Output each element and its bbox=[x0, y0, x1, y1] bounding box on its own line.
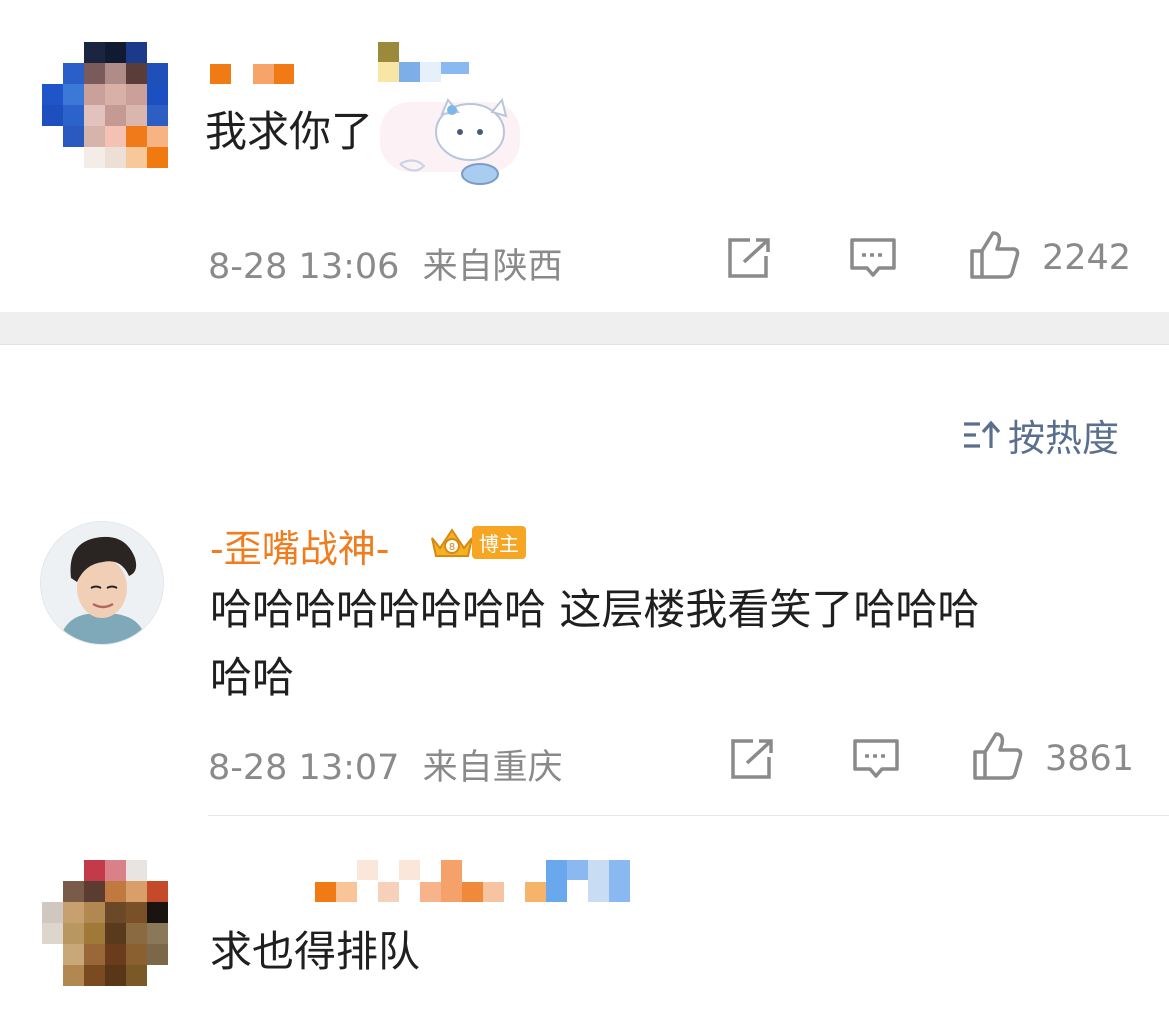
like-count: 3861 bbox=[1045, 739, 1135, 779]
cat-sticker-icon bbox=[380, 97, 520, 185]
thumbs-up-icon[interactable] bbox=[972, 731, 1024, 781]
comment-text-line2: 哈哈 bbox=[210, 653, 295, 702]
sort-by-hot-button[interactable]: 按热度 bbox=[962, 408, 1119, 462]
comment-icon[interactable] bbox=[849, 237, 897, 279]
like-count: 2242 bbox=[1042, 238, 1132, 278]
comment-time: 8-28 13:07 bbox=[208, 748, 400, 788]
avatar[interactable] bbox=[42, 42, 168, 168]
username[interactable]: -歪嘴战神- bbox=[210, 518, 389, 573]
comment-time: 8-28 13:06 bbox=[208, 247, 400, 287]
comment-location: 来自陕西 bbox=[422, 247, 563, 287]
avatar[interactable] bbox=[40, 521, 164, 645]
badge-label: 博主 bbox=[472, 525, 526, 559]
comment-text: 我求你了 bbox=[205, 107, 374, 156]
avatar-photo bbox=[41, 522, 163, 644]
sort-label: 按热度 bbox=[1008, 417, 1119, 460]
section-divider bbox=[0, 312, 1169, 345]
share-icon[interactable] bbox=[729, 738, 775, 780]
crown-icon: 8 bbox=[431, 528, 473, 557]
comment-meta-cutoff bbox=[208, 1012, 1108, 1027]
comment-icon[interactable] bbox=[852, 738, 900, 780]
sort-icon bbox=[964, 420, 1000, 448]
reply-divider bbox=[208, 815, 1169, 816]
comment-meta: 8-28 13:07 来自重庆 bbox=[208, 739, 563, 790]
comment-feed: 我求你了 8-28 13:06 来自陕西 2242 按热度 -歪嘴战神- 8 博… bbox=[0, 0, 1169, 1027]
svg-text:8: 8 bbox=[449, 542, 455, 553]
comment-location: 来自重庆 bbox=[422, 748, 563, 788]
comment-meta: 8-28 13:06 来自陕西 bbox=[208, 238, 563, 289]
comment-text: 求也得排队 bbox=[210, 927, 421, 976]
avatar[interactable] bbox=[42, 860, 168, 986]
share-icon[interactable] bbox=[726, 237, 772, 279]
comment-text-line1: 哈哈哈哈哈哈哈哈 这层楼我看笑了哈哈哈 bbox=[210, 585, 980, 634]
author-badge: 8 博主 bbox=[428, 524, 526, 560]
thumbs-up-icon[interactable] bbox=[969, 230, 1021, 280]
cutoff-row bbox=[208, 1023, 1108, 1027]
